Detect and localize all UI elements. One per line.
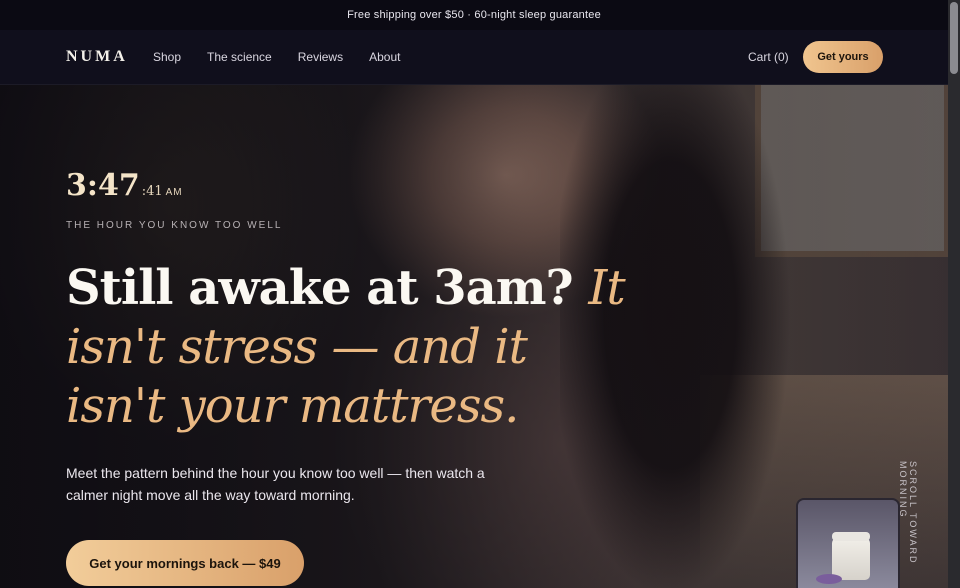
hero-headline: Still awake at 3am? It isn't stress — an… xyxy=(66,259,626,436)
brand-logo[interactable]: NUMA xyxy=(66,48,128,66)
get-yours-button[interactable]: Get yours xyxy=(803,41,883,73)
scroll-hint: SCROLL TOWARD MORNING xyxy=(898,461,918,565)
clock-display: 3:47 :41 AM xyxy=(66,168,183,203)
hero-description: Meet the pattern behind the hour you kno… xyxy=(66,465,485,503)
hero-eyebrow: THE HOUR YOU KNOW TOO WELL xyxy=(66,220,283,231)
clock-time: 3:47 xyxy=(66,168,140,203)
announcement-text: Free shipping over $50 · 60-night sleep … xyxy=(347,9,601,21)
scrollbar-thumb[interactable] xyxy=(950,2,958,74)
page-scrollbar[interactable] xyxy=(948,0,960,588)
primary-nav: Shop The science Reviews About xyxy=(153,50,426,64)
nav-link-reviews[interactable]: Reviews xyxy=(298,50,343,64)
headline-plain: Still awake at 3am? xyxy=(66,260,574,316)
hero-section: 3:47 :41 AM THE HOUR YOU KNOW TOO WELL S… xyxy=(0,85,948,588)
jar-icon xyxy=(832,532,870,580)
nav-link-shop[interactable]: Shop xyxy=(153,50,181,64)
announcement-bar: Free shipping over $50 · 60-night sleep … xyxy=(0,0,948,30)
clock-ampm: AM xyxy=(165,187,183,198)
site-header: NUMA Shop The science Reviews About Cart… xyxy=(0,30,948,85)
nav-link-science[interactable]: The science xyxy=(207,50,272,64)
lavender-icon xyxy=(816,574,842,584)
nav-link-about[interactable]: About xyxy=(369,50,400,64)
cart-link[interactable]: Cart (0) xyxy=(748,50,789,64)
clock-seconds: :41 xyxy=(141,184,163,199)
product-thumbnail[interactable] xyxy=(796,498,900,588)
get-mornings-back-button[interactable]: Get your mornings back — $49 xyxy=(66,540,304,586)
